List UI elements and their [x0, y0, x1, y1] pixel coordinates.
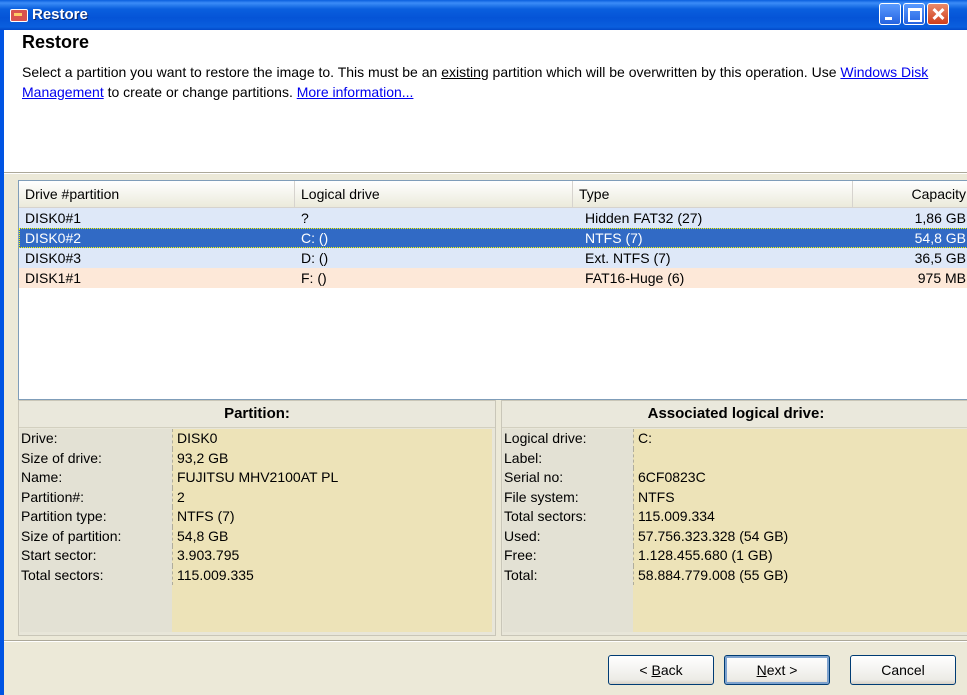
property-label: Total sectors: — [504, 508, 587, 524]
list-row-selected[interactable]: DISK0#2 C: () NTFS (7) 54,8 GB — [19, 228, 967, 248]
property-value: 2 — [172, 487, 492, 507]
property-value: NTFS — [633, 487, 967, 507]
property-label: Serial no: — [504, 469, 564, 485]
cell-type: Ext. NTFS (7) — [585, 250, 671, 266]
property-label: Partition type: — [21, 508, 107, 524]
property-value — [633, 448, 967, 468]
column-header-drive[interactable]: Drive #partition — [19, 181, 295, 207]
cell-drive: DISK0#2 — [25, 230, 82, 246]
cancel-button[interactable]: Cancel — [850, 655, 956, 685]
logical-drive-properties: Logical drive: C: Label: Serial no: 6CF082… — [502, 429, 967, 635]
partition-info-panel: Partition: Drive: DISK0 Size of drive: 93,… — [18, 400, 496, 636]
description-text: Select a partition you want to restore t… — [22, 64, 442, 80]
back-button-label: ack — [660, 662, 683, 678]
cell-drive: DISK1#1 — [25, 270, 82, 286]
cell-type: NTFS (7) — [585, 230, 643, 246]
minimize-button[interactable] — [879, 3, 901, 25]
next-button-label: ext > — [766, 662, 798, 678]
next-button-mnemonic: N — [756, 662, 767, 678]
description-emphasis: existing — [441, 64, 489, 80]
property-value: DISK0 — [172, 429, 492, 449]
property-label: Drive: — [21, 430, 58, 446]
back-button[interactable]: < Back — [608, 655, 714, 685]
property-label: Size of partition: — [21, 527, 122, 544]
logical-drive-info-panel: Associated logical drive: Logical drive:… — [501, 400, 967, 636]
property-label: Free: — [504, 547, 537, 563]
property-value: 54,8 GB — [172, 526, 492, 546]
partition-list[interactable]: Drive #partition Logical drive Type Capa… — [18, 180, 967, 400]
list-row[interactable]: DISK1#1 F: () FAT16-Huge (6) 975 MB — [19, 268, 967, 288]
property-label: Logical drive: — [504, 430, 587, 446]
maximize-button[interactable] — [903, 3, 925, 25]
property-value: 1.128.455.680 (1 GB) — [633, 546, 967, 566]
cell-logical-drive: D: () — [301, 250, 329, 266]
list-row[interactable]: DISK0#1 ? Hidden FAT32 (27) 1,86 GB — [19, 208, 967, 228]
column-header-capacity[interactable]: Capacity — [853, 181, 967, 207]
header-separator — [4, 172, 967, 174]
app-icon — [10, 9, 28, 22]
cell-logical-drive: F: () — [301, 270, 327, 286]
cell-drive: DISK0#3 — [25, 250, 82, 266]
restore-window: Restore Restore Select a partition you w… — [0, 0, 967, 695]
property-value: 115.009.335 — [172, 565, 492, 585]
property-value: C: — [633, 429, 967, 449]
cell-type: Hidden FAT32 (27) — [585, 210, 703, 226]
description-text: to create or change partitions. — [103, 84, 297, 100]
property-label: Total sectors: — [21, 566, 104, 583]
list-header: Drive #partition Logical drive Type Capa… — [19, 181, 967, 208]
cell-capacity: 1,86 GB — [914, 210, 966, 226]
footer-separator — [4, 640, 967, 642]
next-button[interactable]: Next > — [724, 655, 830, 685]
property-value: 3.903.795 — [172, 546, 492, 566]
cell-capacity: 36,5 GB — [914, 250, 966, 266]
property-label: Start sector: — [21, 547, 97, 563]
cell-drive: DISK0#1 — [25, 210, 82, 226]
property-value: NTFS (7) — [172, 507, 492, 527]
partition-panel-title: Partition: — [19, 401, 495, 428]
title-bar[interactable]: Restore — [0, 0, 967, 30]
cell-capacity: 54,8 GB — [914, 230, 966, 246]
property-label: File system: — [504, 488, 579, 505]
back-button-prefix: < — [639, 662, 652, 678]
property-label: Partition#: — [21, 488, 85, 505]
cell-logical-drive: ? — [301, 210, 309, 226]
cell-type: FAT16-Huge (6) — [585, 270, 685, 286]
property-value: 115.009.334 — [633, 507, 967, 527]
cell-capacity: 975 MB — [917, 270, 966, 286]
window-title: Restore — [32, 6, 88, 23]
more-information-link[interactable]: More information... — [297, 84, 414, 100]
property-value: 58.884.779.008 (55 GB) — [633, 565, 967, 585]
close-button[interactable] — [927, 3, 949, 25]
page-title: Restore — [22, 32, 90, 52]
property-label: Used: — [504, 527, 541, 544]
column-header-type[interactable]: Type — [573, 181, 853, 207]
description: Select a partition you want to restore t… — [22, 62, 967, 102]
property-label: Name: — [21, 469, 63, 485]
property-value: 93,2 GB — [172, 448, 492, 468]
property-value: 6CF0823C — [633, 468, 967, 488]
property-value: 57.756.323.328 (54 GB) — [633, 526, 967, 546]
property-label: Total: — [504, 566, 538, 583]
partition-properties: Drive: DISK0 Size of drive: 93,2 GB Name: F… — [19, 429, 495, 635]
property-label: Label: — [504, 449, 543, 466]
property-value: FUJITSU MHV2100AT PL — [172, 468, 492, 488]
list-row[interactable]: DISK0#3 D: () Ext. NTFS (7) 36,5 GB — [19, 248, 967, 268]
back-button-mnemonic: B — [651, 662, 661, 678]
property-label: Size of drive: — [21, 449, 102, 466]
description-text: partition which will be overwritten by t… — [488, 64, 841, 80]
cell-logical-drive: C: () — [301, 230, 329, 246]
logical-drive-panel-title: Associated logical drive: — [502, 401, 967, 428]
column-header-logical-drive[interactable]: Logical drive — [295, 181, 573, 207]
